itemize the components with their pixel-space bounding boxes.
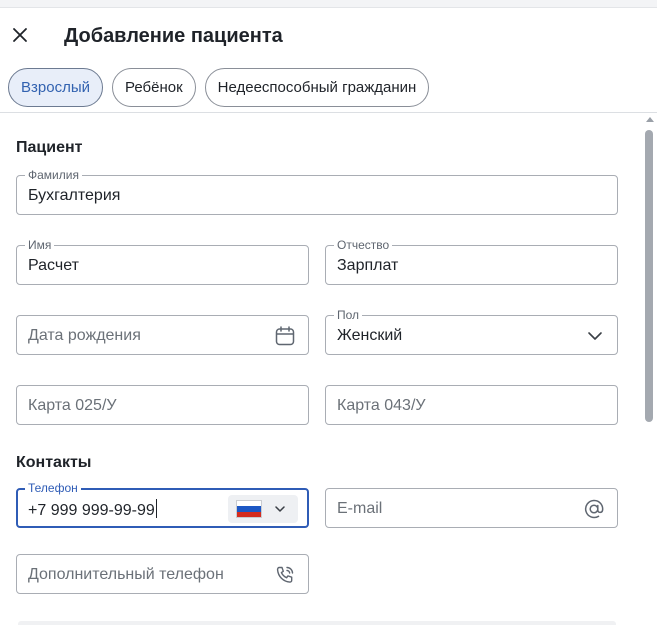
gender-label: Пол (334, 308, 363, 322)
middle-name-value: Зарплат (337, 257, 399, 274)
at-sign-icon (584, 499, 604, 519)
phone-call-icon (276, 566, 294, 583)
extra-phone-icon-wrap (273, 563, 297, 587)
middle-name-label: Отчество (334, 238, 393, 252)
first-name-field[interactable]: Имя Расчет (16, 238, 309, 285)
gender-dropdown-toggle[interactable] (583, 324, 607, 348)
text-caret (155, 499, 157, 518)
calendar-button[interactable] (273, 324, 297, 348)
card-025-placeholder: Карта 025/У (28, 397, 117, 414)
extra-phone-field[interactable]: Дополнительный телефон (16, 554, 309, 594)
tab-incapacitated[interactable]: Недееспособный гражданин (204, 68, 430, 107)
birth-date-placeholder: Дата рождения (28, 327, 141, 344)
email-icon-wrap (582, 497, 606, 521)
last-name-value: Бухгалтерия (28, 187, 121, 204)
phone-value-wrap: +7 999 999-99-99 (28, 499, 157, 521)
close-icon (13, 28, 27, 42)
next-section-edge (18, 621, 616, 625)
email-placeholder: E-mail (337, 500, 383, 517)
middle-name-field[interactable]: Отчество Зарплат (325, 238, 618, 285)
dialog-title: Добавление пациента (64, 25, 283, 47)
birth-date-field[interactable]: Дата рождения (16, 315, 309, 355)
patient-section-title: Пациент (16, 139, 83, 156)
dialog-header: Добавление пациента (0, 8, 657, 62)
window-top-strip (0, 0, 657, 8)
scrollbar-thumb[interactable] (645, 130, 653, 422)
extra-phone-placeholder: Дополнительный телефон (28, 566, 224, 583)
russia-flag-icon (236, 500, 262, 518)
gender-select[interactable]: Пол Женский (325, 308, 618, 355)
scroll-up-arrow-icon[interactable] (646, 117, 654, 122)
phone-label: Телефон (25, 481, 81, 495)
last-name-field[interactable]: Фамилия Бухгалтерия (16, 168, 618, 215)
last-name-label: Фамилия (25, 168, 82, 182)
chevron-down-icon (588, 332, 602, 340)
contacts-section-title: Контакты (16, 454, 92, 471)
close-button[interactable] (8, 23, 32, 47)
email-field[interactable]: E-mail (325, 488, 618, 528)
chevron-down-icon (275, 506, 285, 512)
calendar-icon (275, 326, 295, 346)
patient-type-tabs: Взрослый Ребёнок Недееспособный граждани… (8, 68, 430, 107)
tab-child[interactable]: Ребёнок (111, 68, 196, 107)
tab-adult[interactable]: Взрослый (8, 68, 103, 107)
card-043-field[interactable]: Карта 043/У (325, 385, 618, 425)
phone-field[interactable]: Телефон +7 999 999-99-99 (16, 481, 309, 528)
country-code-select[interactable] (228, 495, 298, 523)
card-043-placeholder: Карта 043/У (337, 397, 426, 414)
first-name-label: Имя (25, 238, 55, 252)
first-name-value: Расчет (28, 257, 79, 274)
gender-value: Женский (337, 327, 403, 344)
header-divider (0, 112, 657, 113)
card-025-field[interactable]: Карта 025/У (16, 385, 309, 425)
phone-value: +7 999 999-99-99 (28, 502, 155, 519)
